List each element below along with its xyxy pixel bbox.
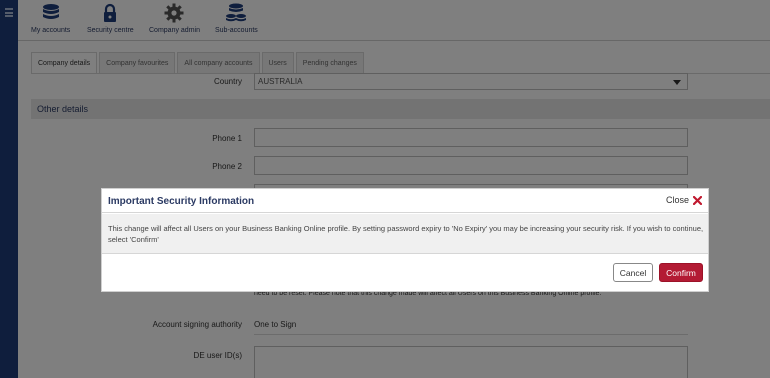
modal-title: Important Security Information	[108, 196, 255, 207]
security-modal: Important Security Information Close Thi…	[101, 188, 709, 292]
close-label: Close	[665, 195, 689, 205]
cancel-button[interactable]: Cancel	[613, 263, 653, 282]
close-button[interactable]: Close	[666, 195, 702, 205]
modal-header: Important Security Information Close	[102, 189, 708, 213]
confirm-button[interactable]: Confirm	[659, 263, 703, 282]
close-icon	[693, 195, 702, 205]
modal-message: This change will affect all Users on you…	[108, 224, 704, 244]
modal-body: This change will affect all Users on you…	[102, 214, 708, 254]
